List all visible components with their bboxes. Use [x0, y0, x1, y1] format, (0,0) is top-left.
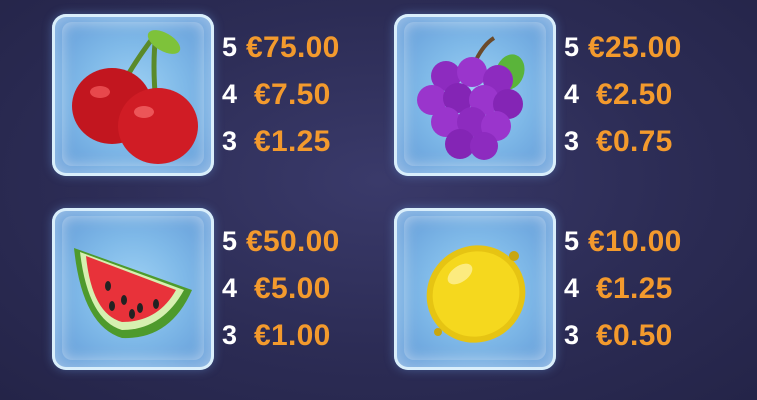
- payout-row: 3 €1.25: [222, 118, 382, 165]
- payout-row: 3 €0.75: [564, 118, 724, 165]
- paytable-entry-grapes: 5 €25.00 4 €2.50 3 €0.75: [394, 14, 724, 184]
- payout-value: €5.00: [254, 271, 331, 305]
- cherry-icon: [72, 30, 198, 164]
- match-count: 3: [564, 320, 580, 350]
- payout-row: 4 €7.50: [222, 71, 382, 118]
- ice-block: [52, 14, 214, 176]
- ice-block: [52, 208, 214, 370]
- payout-row: 3 €0.50: [564, 312, 724, 359]
- match-count: 4: [222, 273, 238, 303]
- payout-row: 4 €2.50: [564, 71, 724, 118]
- match-count: 3: [222, 126, 238, 156]
- payout-value: €1.25: [254, 124, 331, 158]
- grapes-icon: [417, 36, 525, 160]
- payout-value: €7.50: [254, 77, 331, 111]
- payout-value: €0.50: [596, 318, 673, 352]
- watermelon-icon: [74, 248, 192, 339]
- payout-row: 5 €25.00: [564, 24, 724, 71]
- payout-row: 5 €50.00: [222, 218, 382, 265]
- payout-row: 4 €1.25: [564, 265, 724, 312]
- payout-row: 5 €75.00: [222, 24, 382, 71]
- match-count: 5: [222, 32, 238, 62]
- payout-value: €75.00: [246, 30, 340, 64]
- payout-value: €1.25: [596, 271, 673, 305]
- match-count: 3: [222, 320, 238, 350]
- payout-value: €25.00: [588, 30, 682, 64]
- paytable-entry-cherry: 5 €75.00 4 €7.50 3 €1.25: [52, 14, 382, 184]
- payout-list: 5 €10.00 4 €1.25 3 €0.50: [564, 218, 724, 359]
- payout-value: €1.00: [254, 318, 331, 352]
- ice-block: [394, 14, 556, 176]
- payout-row: 4 €5.00: [222, 265, 382, 312]
- payout-value: €10.00: [588, 224, 682, 258]
- lemon-icon: [426, 245, 526, 343]
- match-count: 4: [564, 273, 580, 303]
- payout-row: 5 €10.00: [564, 218, 724, 265]
- payout-list: 5 €75.00 4 €7.50 3 €1.25: [222, 24, 382, 165]
- match-count: 5: [564, 226, 580, 256]
- payout-value: €0.75: [596, 124, 673, 158]
- payout-row: 3 €1.00: [222, 312, 382, 359]
- payout-value: €2.50: [596, 77, 673, 111]
- paytable-entry-lemon: 5 €10.00 4 €1.25 3 €0.50: [394, 208, 724, 378]
- match-count: 3: [564, 126, 580, 156]
- payout-list: 5 €50.00 4 €5.00 3 €1.00: [222, 218, 382, 359]
- payout-value: €50.00: [246, 224, 340, 258]
- ice-block: [394, 208, 556, 370]
- match-count: 4: [222, 79, 238, 109]
- paytable-entry-watermelon: 5 €50.00 4 €5.00 3 €1.00: [52, 208, 382, 378]
- payout-list: 5 €25.00 4 €2.50 3 €0.75: [564, 24, 724, 165]
- match-count: 5: [564, 32, 580, 62]
- match-count: 4: [564, 79, 580, 109]
- match-count: 5: [222, 226, 238, 256]
